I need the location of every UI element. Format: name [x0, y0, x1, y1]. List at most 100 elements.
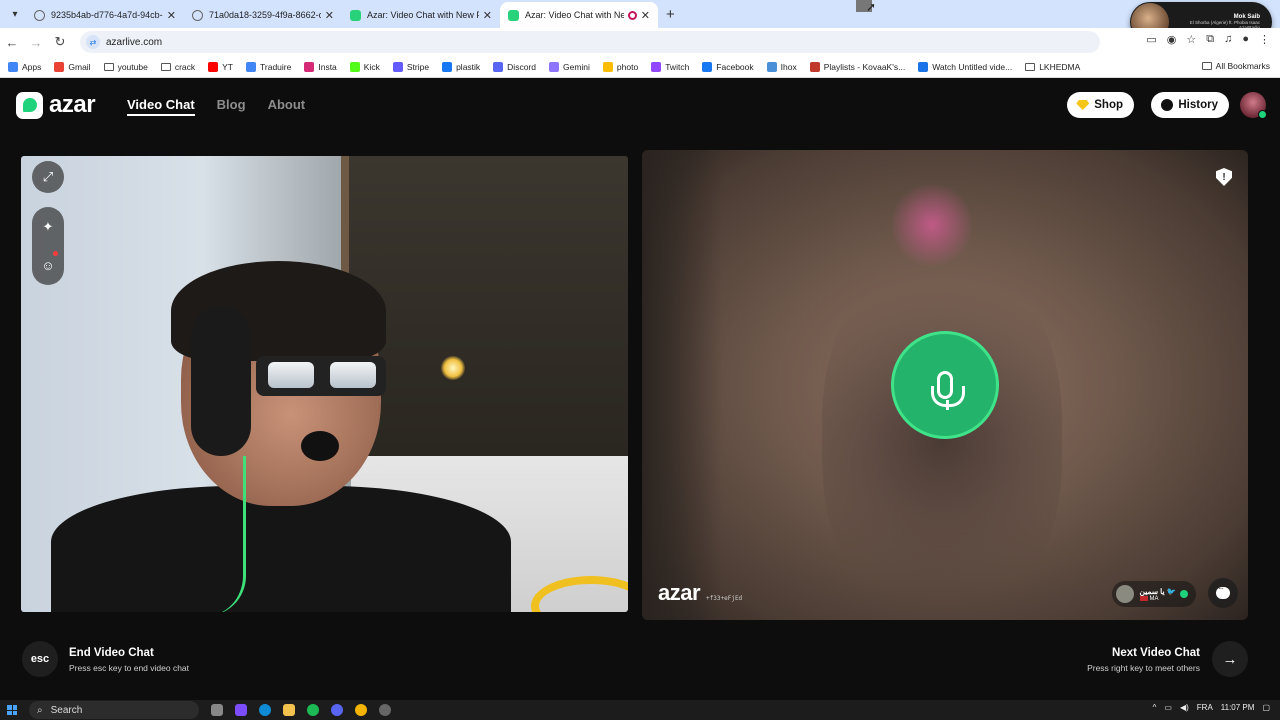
close-tab-icon[interactable]: ✕	[483, 9, 492, 22]
menu-icon[interactable]: ⋮	[1259, 33, 1270, 46]
close-tab-icon[interactable]: ✕	[641, 9, 650, 22]
omnibox[interactable]: ⇄ azarlive.com	[80, 31, 1100, 53]
nav-video-chat[interactable]: Video Chat	[127, 97, 195, 116]
bookmark-item[interactable]: Apps	[8, 61, 41, 72]
browser-tab-active[interactable]: Azar: Video Chat with New ✕	[500, 2, 658, 28]
end-chat-button[interactable]: esc	[22, 641, 58, 677]
task-view-icon[interactable]	[211, 704, 223, 716]
history-label: History	[1178, 99, 1218, 111]
apps-grid-icon	[8, 61, 18, 72]
browser-tab[interactable]: Azar: Video Chat with New Peo ✕	[342, 2, 500, 28]
bookmark-item[interactable]: Traduire	[246, 61, 291, 72]
stripe-icon	[392, 61, 403, 72]
reload-icon[interactable]: ↻	[48, 34, 72, 50]
language-indicator[interactable]: FRA	[1197, 703, 1213, 712]
bookmark-item[interactable]: youtube	[103, 62, 148, 72]
chat-button[interactable]	[1208, 578, 1238, 608]
tray-chevron-icon[interactable]: ^	[1153, 703, 1157, 712]
local-video: ⤢ ✦ ☺	[21, 156, 628, 612]
file-explorer-icon[interactable]	[283, 704, 295, 716]
magic-wand-icon[interactable]: ✦	[43, 219, 54, 235]
back-icon[interactable]: ←	[0, 35, 24, 50]
url-text[interactable]: azarlive.com	[106, 37, 162, 48]
eye-off-icon[interactable]: ◉	[1167, 33, 1177, 46]
star-icon[interactable]: ☆	[1186, 33, 1196, 46]
bookmark-item[interactable]: Insta	[304, 61, 337, 72]
bookmark-item[interactable]: Watch Untitled vide...	[918, 61, 1013, 72]
tab-search-chevron-icon[interactable]: ▾	[4, 3, 26, 25]
clock-icon	[1160, 99, 1173, 112]
bookmark-label: LKHEDMA	[1039, 61, 1081, 72]
bookmark-item[interactable]: crack	[160, 62, 195, 72]
address-bar-row: ← → ↻ ⇄ azarlive.com ▭ ◉ ☆ ⧉ ♫ ● ⋮	[0, 28, 1280, 56]
verified-icon	[1180, 590, 1188, 598]
chrome-icon[interactable]	[355, 704, 367, 716]
close-tab-icon[interactable]: ✕	[325, 9, 334, 22]
bookmark-item[interactable]: Twitch	[651, 61, 689, 72]
bookmark-item[interactable]: Gmail	[54, 61, 91, 72]
clock[interactable]: 11:07 PM	[1221, 703, 1255, 712]
folder-icon	[1025, 62, 1036, 71]
new-tab-icon[interactable]: +	[666, 6, 675, 23]
microphone-button[interactable]	[891, 331, 999, 439]
nav-blog[interactable]: Blog	[217, 97, 246, 116]
browser-tab[interactable]: 71a0da18-3259-4f9a-8662-cbc ✕	[184, 2, 342, 28]
folder-icon	[103, 62, 114, 71]
globe-icon	[192, 9, 203, 21]
close-tab-icon[interactable]: ✕	[167, 9, 176, 22]
bookmark-item[interactable]: YT	[208, 61, 234, 72]
all-bookmarks-button[interactable]: All Bookmarks	[1201, 61, 1270, 71]
bookmark-item[interactable]: plastik	[442, 61, 481, 72]
discord-icon[interactable]	[331, 704, 343, 716]
edge-icon[interactable]	[259, 704, 271, 716]
volume-icon[interactable]: ◀)	[1180, 703, 1189, 712]
tab-title: Azar: Video Chat with New	[525, 10, 624, 20]
bookmark-item[interactable]: Ihox	[766, 61, 797, 72]
azar-logo-text: azar	[49, 91, 96, 118]
bookmark-item[interactable]: LKHEDMA	[1025, 62, 1080, 72]
bookmark-item[interactable]: photo	[602, 61, 638, 72]
browser-tab[interactable]: 9235b4ab-d776-4a7d-94cb-c7 ✕	[26, 2, 184, 28]
azar-logo[interactable]: azar	[16, 91, 96, 119]
bookmark-item[interactable]: Facebook	[702, 61, 754, 72]
expand-button[interactable]: ⤢	[32, 161, 64, 193]
notifications-icon[interactable]: ▢	[1262, 703, 1270, 712]
next-chat-button[interactable]: →	[1212, 641, 1248, 677]
twitch-icon	[651, 61, 662, 72]
discord-icon	[493, 61, 504, 72]
notification-dot	[53, 251, 58, 256]
face-filter-icon[interactable]: ☺	[41, 258, 54, 273]
cast-icon[interactable]: ▭	[1146, 33, 1156, 46]
report-shield-icon[interactable]: !	[1216, 168, 1232, 186]
bookmark-item[interactable]: Playlists - KovaaK's...	[809, 61, 905, 72]
nav-about[interactable]: About	[268, 97, 306, 116]
media-control-icon[interactable]: ♫	[1224, 33, 1232, 46]
effects-toolbar: ✦ ☺	[32, 207, 64, 285]
forward-icon[interactable]: →	[24, 35, 48, 50]
spotify-icon[interactable]	[307, 704, 319, 716]
bookmark-item[interactable]: Gemini	[548, 61, 590, 72]
folder-icon	[160, 62, 171, 71]
bookmark-label: plastik	[456, 61, 481, 72]
bookmark-label: Stripe	[406, 61, 430, 72]
history-button[interactable]: History	[1151, 92, 1229, 118]
network-icon[interactable]: ▭	[1164, 703, 1172, 712]
windows-start-icon[interactable]	[7, 705, 17, 715]
site-info-icon[interactable]: ⇄	[86, 35, 100, 49]
shop-button[interactable]: Shop	[1067, 92, 1134, 118]
avatar[interactable]	[1240, 92, 1267, 119]
obs-icon[interactable]	[379, 704, 391, 716]
peer-profile-chip[interactable]: يا سمين 🐦 MA	[1111, 581, 1196, 607]
bookmark-label: YT	[222, 61, 234, 72]
app-icon[interactable]	[235, 704, 247, 716]
bookmark-item[interactable]: Discord	[493, 61, 536, 72]
taskbar-search-label: Search	[50, 704, 83, 716]
bookmark-label: Watch Untitled vide...	[932, 61, 1013, 72]
profile-icon[interactable]: ●	[1242, 33, 1249, 46]
tab-title: 71a0da18-3259-4f9a-8662-cbc	[209, 10, 321, 20]
bookmark-label: Gemini	[562, 61, 590, 72]
taskbar-search[interactable]: ⌕ Search	[29, 701, 199, 719]
bookmark-item[interactable]: Kick	[349, 61, 380, 72]
bookmark-item[interactable]: Stripe	[392, 61, 430, 72]
extensions-icon[interactable]: ⧉	[1206, 33, 1214, 46]
